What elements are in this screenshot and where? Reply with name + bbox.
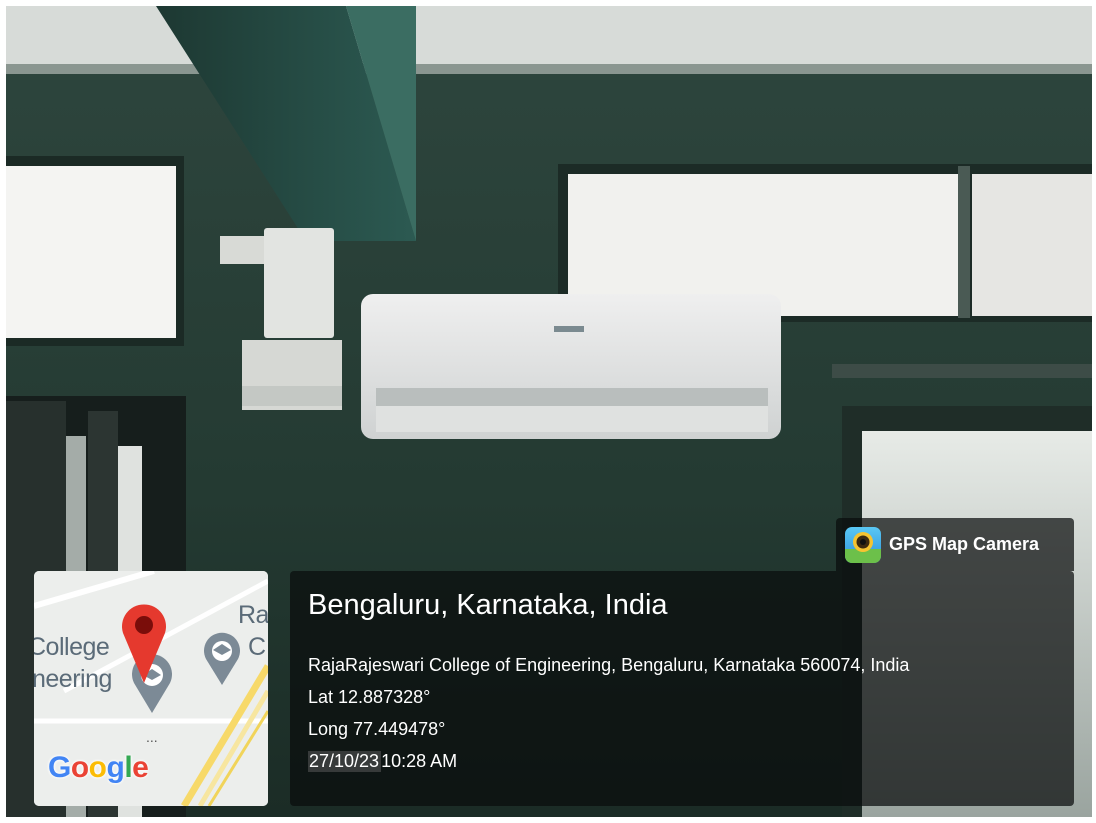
badge-label: GPS Map Camera	[889, 534, 1040, 554]
gps-map-camera-app-icon	[845, 527, 881, 563]
map-label-ra: Ra	[238, 601, 268, 629]
map-thumbnail[interactable]: College neering Ra C ... Google	[34, 571, 268, 806]
time-text: 10:28 AM	[381, 751, 458, 771]
gps-map-camera-badge: GPS Map Camera	[836, 518, 1074, 571]
latitude-text: Lat 12.887328°	[308, 687, 431, 707]
map-label-c: C	[248, 633, 266, 661]
map-dots: ...	[146, 729, 158, 745]
school-marker-icon	[204, 632, 240, 685]
map-label-engineering: neering	[34, 665, 112, 693]
date-text: 27/10/23	[308, 751, 382, 772]
photo-frame: College neering Ra C ... Google GPS Map …	[6, 6, 1092, 817]
address-text: RajaRajeswari College of Engineering, Be…	[308, 655, 910, 675]
map-label-college: College	[34, 633, 110, 661]
datetime-text: 27/10/23 10:28 AM	[308, 751, 457, 772]
location-pin-icon	[122, 604, 166, 683]
location-info-panel: Bengaluru, Karnataka, India RajaRajeswar…	[290, 571, 1074, 806]
place-title: Bengaluru, Karnataka, India	[308, 589, 668, 621]
longitude-text: Long 77.449478°	[308, 719, 446, 739]
google-logo: Google	[48, 751, 149, 784]
